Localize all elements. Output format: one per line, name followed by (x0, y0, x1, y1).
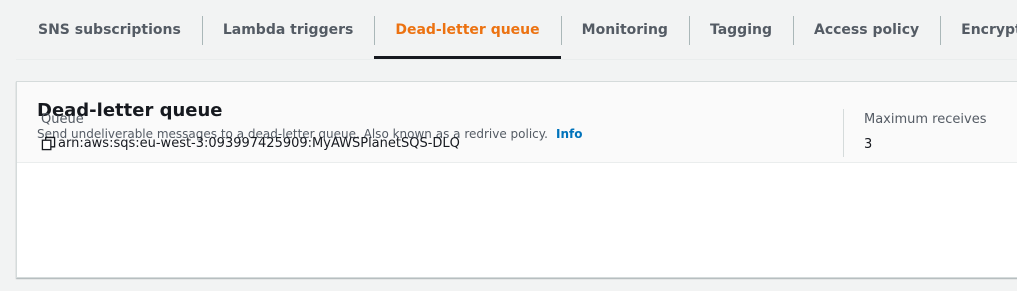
tab-separator (940, 16, 942, 45)
tab-tagging[interactable]: Tagging (688, 0, 793, 59)
tab-bar-divider (16, 59, 1017, 60)
tab-separator (793, 16, 794, 45)
tab-lambda-triggers[interactable]: Lambda triggers (201, 0, 375, 59)
tab-label: Lambda triggers (222, 21, 354, 38)
tab-separator (201, 16, 203, 45)
tab-access-policy[interactable]: Access policy (793, 0, 940, 59)
tab-label: Monitoring (581, 21, 668, 38)
tab-label: Access policy (814, 21, 920, 38)
column-divider (843, 109, 844, 157)
tab-dead-letter-queue[interactable]: Dead-letter queue (374, 0, 561, 59)
max-receives-label: Maximum receives (864, 112, 987, 127)
tab-sns-subscriptions[interactable]: SNS subscriptions (16, 0, 202, 59)
tab-monitoring[interactable]: Monitoring (560, 0, 689, 59)
tab-label: Tagging (709, 21, 772, 38)
tab-separator (560, 16, 562, 45)
queue-arn: arn:aws:sqs:eu-west-3:093997425909:MyAWS… (58, 136, 460, 151)
tab-encryption[interactable]: Encryption (940, 0, 1017, 59)
queue-value: arn:aws:sqs:eu-west-3:093997425909:MyAWS… (41, 136, 460, 151)
tab-bar: SNS subscriptions Lambda triggers Dead-l… (16, 0, 1017, 59)
tab-separator (374, 16, 376, 45)
page: SNS subscriptions Lambda triggers Dead-l… (0, 0, 1017, 291)
tab-label: Dead-letter queue (395, 21, 540, 38)
copy-icon[interactable] (41, 136, 56, 151)
dead-letter-queue-panel: Dead-letter queue Send undeliverable mes… (16, 81, 1017, 278)
tab-label: SNS subscriptions (38, 21, 181, 38)
queue-label: Queue (41, 112, 84, 127)
max-receives-value: 3 (864, 137, 873, 152)
info-link[interactable]: Info (556, 127, 582, 141)
tab-separator (688, 16, 690, 45)
tab-label: Encryption (961, 21, 1017, 38)
